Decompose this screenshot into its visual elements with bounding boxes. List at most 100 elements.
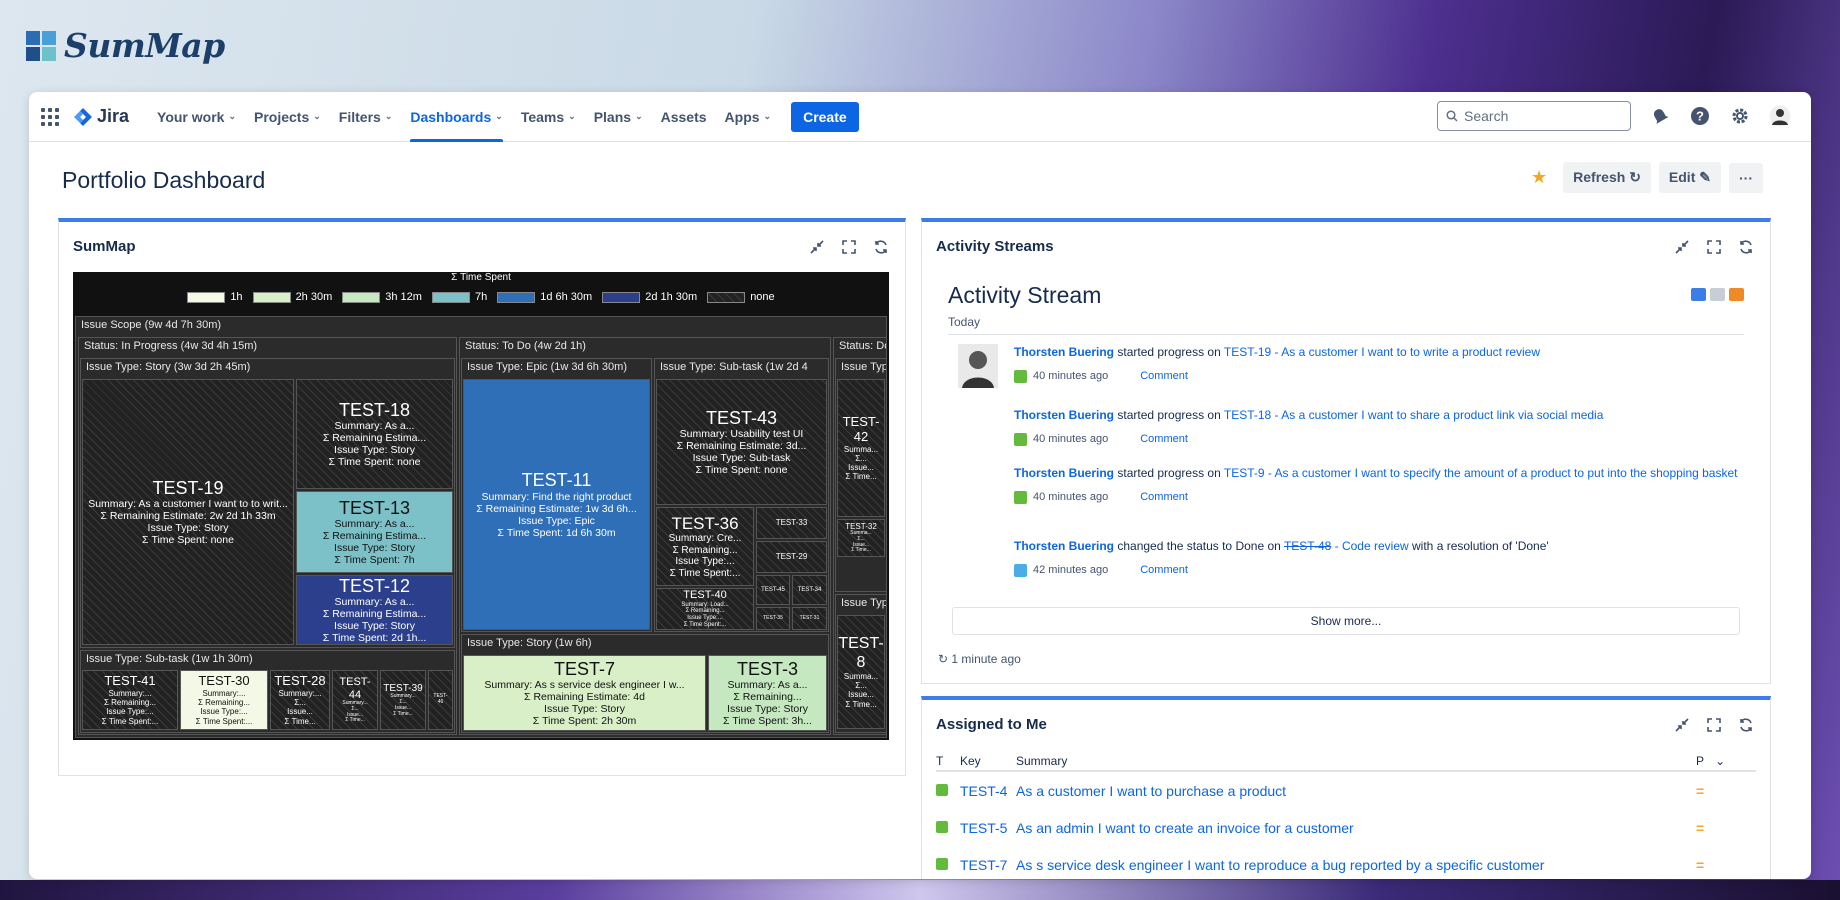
treemap-cell-test-7[interactable]: TEST-7 Summary: As s service desk enginee… <box>463 655 706 731</box>
summap-gadget-title: SumMap <box>73 238 136 255</box>
treemap-cell-test-35[interactable]: TEST-35 <box>756 607 790 630</box>
issue-summary-link[interactable]: As an admin I want to create an invoice … <box>1016 820 1696 836</box>
legend-item-2h30m: 2h 30m <box>252 291 332 303</box>
legend-item-3h12m: 3h 12m <box>342 291 422 303</box>
app-switcher-icon[interactable] <box>41 107 59 126</box>
refresh-gadget-icon[interactable] <box>1736 715 1756 735</box>
maximize-icon[interactable] <box>1704 237 1724 257</box>
settings-gear-icon[interactable] <box>1729 105 1751 127</box>
activity-issue-link[interactable]: TEST-18 - As a customer I want to share … <box>1224 408 1604 422</box>
search-icon <box>1446 110 1458 122</box>
search-input[interactable]: Search <box>1437 101 1631 131</box>
comment-link[interactable]: Comment <box>1140 490 1188 505</box>
story-icon <box>1014 433 1027 447</box>
nav-assets[interactable]: Assets <box>661 92 707 142</box>
activity-user-link[interactable]: Thorsten Buering <box>1014 345 1114 359</box>
refresh-gadget-icon[interactable] <box>871 237 891 257</box>
treemap-cell-test-43[interactable]: TEST-43 Summary: Usability test UI Σ Remai… <box>656 379 827 505</box>
minimize-icon[interactable] <box>1672 237 1692 257</box>
jira-home-link[interactable]: Jira <box>73 106 129 127</box>
issue-key-link[interactable]: TEST-7 <box>960 857 1016 873</box>
comment-link[interactable]: Comment <box>1140 432 1188 447</box>
nav-teams[interactable]: Teams ⌄ <box>521 92 576 142</box>
chevron-down-icon: ⌄ <box>384 111 393 121</box>
nav-your-work[interactable]: Your work ⌄ <box>157 92 236 142</box>
table-row[interactable]: TEST-7 As s service desk engineer I want… <box>936 846 1756 879</box>
edit-button[interactable]: Edit ✎ <box>1658 162 1721 193</box>
nav-plans[interactable]: Plans ⌄ <box>594 92 643 142</box>
activity-user-link[interactable]: Thorsten Buering <box>1014 466 1114 480</box>
treemap-cell-test-34[interactable]: TEST-34 <box>792 575 827 605</box>
priority-medium-icon: = <box>1696 856 1705 873</box>
svg-text:?: ? <box>1696 109 1704 124</box>
treemap-cell-test-42[interactable]: TEST-42 Summa... Σ... Issue... Σ Time... <box>837 379 885 517</box>
create-button[interactable]: Create <box>791 101 859 132</box>
activity-issue-link[interactable]: TEST-9 - As a customer I want to specify… <box>1224 466 1738 480</box>
treemap-cell-test-8[interactable]: TEST-8 Summa... Σ... Issue... Σ Time... <box>837 615 885 729</box>
user-avatar[interactable] <box>1769 105 1791 127</box>
more-actions-button[interactable]: ··· <box>1729 162 1763 193</box>
treemap-cell-test-29[interactable]: TEST-29 <box>756 541 827 573</box>
refresh-icon[interactable]: ↻ <box>938 652 948 666</box>
activity-user-link[interactable]: Thorsten Buering <box>1014 539 1114 553</box>
minimize-icon[interactable] <box>1672 715 1692 735</box>
treemap-cell-test-46[interactable]: TEST-46 <box>428 670 453 730</box>
story-icon <box>1014 491 1027 505</box>
star-icon[interactable]: ★ <box>1531 167 1547 188</box>
treemap-cell-test-13[interactable]: TEST-13 Summary: As a... Σ Remaining Estim… <box>296 491 453 573</box>
treemap-cell-test-11[interactable]: TEST-11 Summary: Find the right product Σ … <box>463 379 650 630</box>
show-more-button[interactable]: Show more... <box>952 607 1740 635</box>
nav-apps[interactable]: Apps ⌄ <box>725 92 772 142</box>
issue-summary-link[interactable]: As s service desk engineer I want to rep… <box>1016 857 1696 873</box>
comment-link[interactable]: Comment <box>1140 369 1188 384</box>
maximize-icon[interactable] <box>1704 715 1724 735</box>
assigned-issues-table: T Key Summary P ⌄ TEST-4 As a customer I… <box>936 752 1756 879</box>
table-row[interactable]: TEST-4 As a customer I want to purchase … <box>936 772 1756 809</box>
full-view-icon[interactable] <box>1691 288 1706 301</box>
help-icon[interactable]: ? <box>1689 105 1711 127</box>
treemap-cell-test-19[interactable]: TEST-19 Summary: As a customer I want to … <box>82 379 294 645</box>
treemap-cell-test-40[interactable]: TEST-40 Summary: Load... Σ Remaining... Iss… <box>656 588 754 630</box>
list-view-icon[interactable] <box>1710 288 1725 301</box>
column-header-priority[interactable]: P ⌄ <box>1696 754 1756 768</box>
notifications-bell-icon[interactable] <box>1649 105 1671 127</box>
treemap-cell-test-28[interactable]: TEST-28 Summary:... Σ... Issue... Σ Time... <box>270 670 330 730</box>
user-avatar[interactable] <box>958 344 998 388</box>
jira-window: Jira Your work ⌄ Projects ⌄ Filters ⌄ Dashb… <box>29 92 1811 879</box>
treemap-cell-test-44[interactable]: TEST-44 Summary... Σ... Issue... Σ Time... <box>332 670 378 730</box>
treemap-cell-test-39[interactable]: TEST-39 Summary... Σ... Issue... Σ Time... <box>380 670 426 730</box>
activity-issue-link[interactable]: TEST-19 - As a customer I want to to wri… <box>1224 345 1540 359</box>
activity-gadget-title: Activity Streams <box>936 238 1054 255</box>
minimize-icon[interactable] <box>807 237 827 257</box>
rss-feed-icon[interactable] <box>1729 288 1744 301</box>
comment-link[interactable]: Comment <box>1140 563 1188 578</box>
activity-user-link[interactable]: Thorsten Buering <box>1014 408 1114 422</box>
nav-dashboards[interactable]: Dashboards ⌄ <box>410 92 504 142</box>
chevron-down-icon: ⌄ <box>1715 754 1726 768</box>
issue-summary-link[interactable]: As a customer I want to purchase a produ… <box>1016 783 1696 799</box>
refresh-button[interactable]: Refresh ↻ <box>1563 162 1651 193</box>
treemap-cell-test-31[interactable]: TEST-31 <box>792 607 827 630</box>
treemap-cell-test-30[interactable]: TEST-30 Summary:... Σ Remaining... Issue Ty… <box>180 670 268 730</box>
column-header-key[interactable]: Key <box>960 754 1016 768</box>
treemap-cell-test-12[interactable]: TEST-12 Summary: As a... Σ Remaining Estim… <box>296 575 453 645</box>
activity-issue-link[interactable]: TEST-48 - Code review <box>1284 539 1409 553</box>
nav-projects[interactable]: Projects ⌄ <box>254 92 321 142</box>
treemap-cell-test-41[interactable]: TEST-41 Summary:... Σ Remaining... Issue Ty… <box>82 670 178 730</box>
issue-key-link[interactable]: TEST-4 <box>960 783 1016 799</box>
treemap-cell-test-32[interactable]: TEST-32 Summa... Σ... Issue... Σ Time... <box>837 519 885 557</box>
divider <box>948 334 1744 335</box>
column-header-summary[interactable]: Summary <box>1016 754 1696 768</box>
treemap-cell-test-36[interactable]: TEST-36 Summary: Cre... Σ Remaining... Issu… <box>656 507 754 586</box>
treemap-cell-test-18[interactable]: TEST-18 Summary: As a... Σ Remaining Estim… <box>296 379 453 489</box>
nav-filters[interactable]: Filters ⌄ <box>339 92 393 142</box>
chevron-down-icon: ⌄ <box>635 111 643 121</box>
treemap-cell-test-45[interactable]: TEST-45 <box>756 575 790 605</box>
issue-key-link[interactable]: TEST-5 <box>960 820 1016 836</box>
treemap-cell-test-3[interactable]: TEST-3 Summary: As a... Σ Remaining... Issu… <box>708 655 827 731</box>
treemap-cell-test-33[interactable]: TEST-33 <box>756 507 827 539</box>
refresh-gadget-icon[interactable] <box>1736 237 1756 257</box>
column-header-type[interactable]: T <box>936 754 960 768</box>
maximize-icon[interactable] <box>839 237 859 257</box>
table-row[interactable]: TEST-5 As an admin I want to create an i… <box>936 809 1756 846</box>
